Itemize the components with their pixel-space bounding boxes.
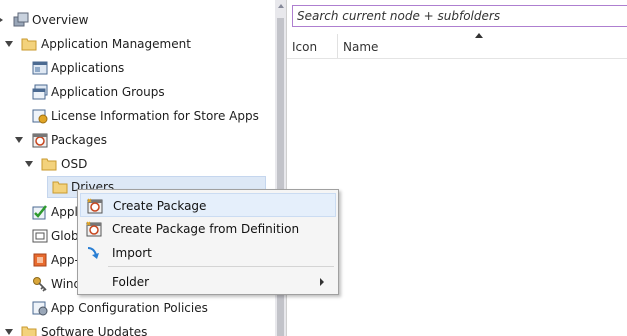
folder-icon xyxy=(41,158,57,171)
menu-item-label: Folder xyxy=(112,275,150,289)
menu-separator xyxy=(108,266,334,267)
tree-item-label: Software Updates xyxy=(41,325,148,336)
application-groups-icon xyxy=(32,84,48,100)
license-icon xyxy=(32,109,48,124)
configuration-policy-icon xyxy=(32,301,48,316)
create-package-icon xyxy=(87,198,103,214)
deployment-check-icon xyxy=(32,205,47,220)
menu-item-folder[interactable]: Folder xyxy=(80,270,336,294)
tree-item-osd[interactable]: OSD xyxy=(0,153,270,175)
tree-item-application-groups[interactable]: Application Groups xyxy=(0,81,270,103)
expanded-arrow-icon[interactable] xyxy=(5,329,13,335)
menu-item-create-package[interactable]: Create Package xyxy=(80,193,336,217)
tree-item-label: App- xyxy=(51,253,79,267)
tree-item-label: Packages xyxy=(51,133,107,147)
tree-item-label: Appl xyxy=(51,205,78,219)
virtual-environment-icon xyxy=(33,253,47,267)
tree-item-application-management[interactable]: Application Management xyxy=(0,33,270,55)
tree-item-label: License Information for Store Apps xyxy=(51,109,259,123)
tree-item-applications[interactable]: Applications xyxy=(0,57,270,79)
tree-item-label: Glob xyxy=(51,229,79,243)
context-menu: Create Package Create Package from Defin… xyxy=(77,189,339,295)
tree-item-label: App Configuration Policies xyxy=(51,301,208,315)
folder-icon xyxy=(21,38,37,51)
tree-item-packages[interactable]: Packages xyxy=(0,129,270,151)
folder-icon xyxy=(21,326,37,336)
global-conditions-icon xyxy=(32,229,48,243)
tree-item-label: Application Groups xyxy=(51,85,165,99)
tree-item-app-configuration-policies[interactable]: App Configuration Policies xyxy=(0,297,270,319)
applications-icon xyxy=(32,61,48,75)
expanded-arrow-icon[interactable] xyxy=(25,161,33,167)
key-icon xyxy=(33,277,47,292)
tree-item-label: Applications xyxy=(51,61,125,75)
tree-item-software-updates[interactable]: Software Updates xyxy=(0,321,270,336)
expanded-arrow-icon[interactable] xyxy=(15,137,23,143)
overview-icon xyxy=(13,12,29,27)
submenu-arrow-icon xyxy=(320,278,324,286)
column-separator[interactable] xyxy=(337,34,338,58)
scroll-up-arrow-icon[interactable] xyxy=(278,4,284,8)
column-header-icon[interactable]: Icon xyxy=(292,34,337,58)
tree-item-label: OSD xyxy=(61,157,88,171)
collapsed-arrow-icon[interactable] xyxy=(0,16,3,24)
menu-item-label: Create Package xyxy=(113,199,207,213)
menu-item-label: Create Package from Definition xyxy=(112,222,300,236)
tree-item-overview[interactable]: Overview xyxy=(0,9,270,31)
menu-item-label: Import xyxy=(112,246,152,260)
package-icon xyxy=(32,133,48,148)
column-header-name[interactable]: Name xyxy=(343,34,623,58)
menu-item-import[interactable]: Import xyxy=(80,241,336,265)
tree-item-label: Overview xyxy=(32,13,89,27)
import-arrow-icon xyxy=(87,247,99,259)
create-package-from-definition-icon xyxy=(86,221,102,237)
tree-item-label: Application Management xyxy=(41,37,191,51)
search-input[interactable] xyxy=(292,5,627,27)
menu-item-create-package-from-definition[interactable]: Create Package from Definition xyxy=(80,217,336,241)
expanded-arrow-icon[interactable] xyxy=(5,41,13,47)
folder-icon xyxy=(52,181,68,194)
column-header-row: Icon Name xyxy=(287,34,627,59)
tree-item-license-information[interactable]: License Information for Store Apps xyxy=(0,105,270,127)
